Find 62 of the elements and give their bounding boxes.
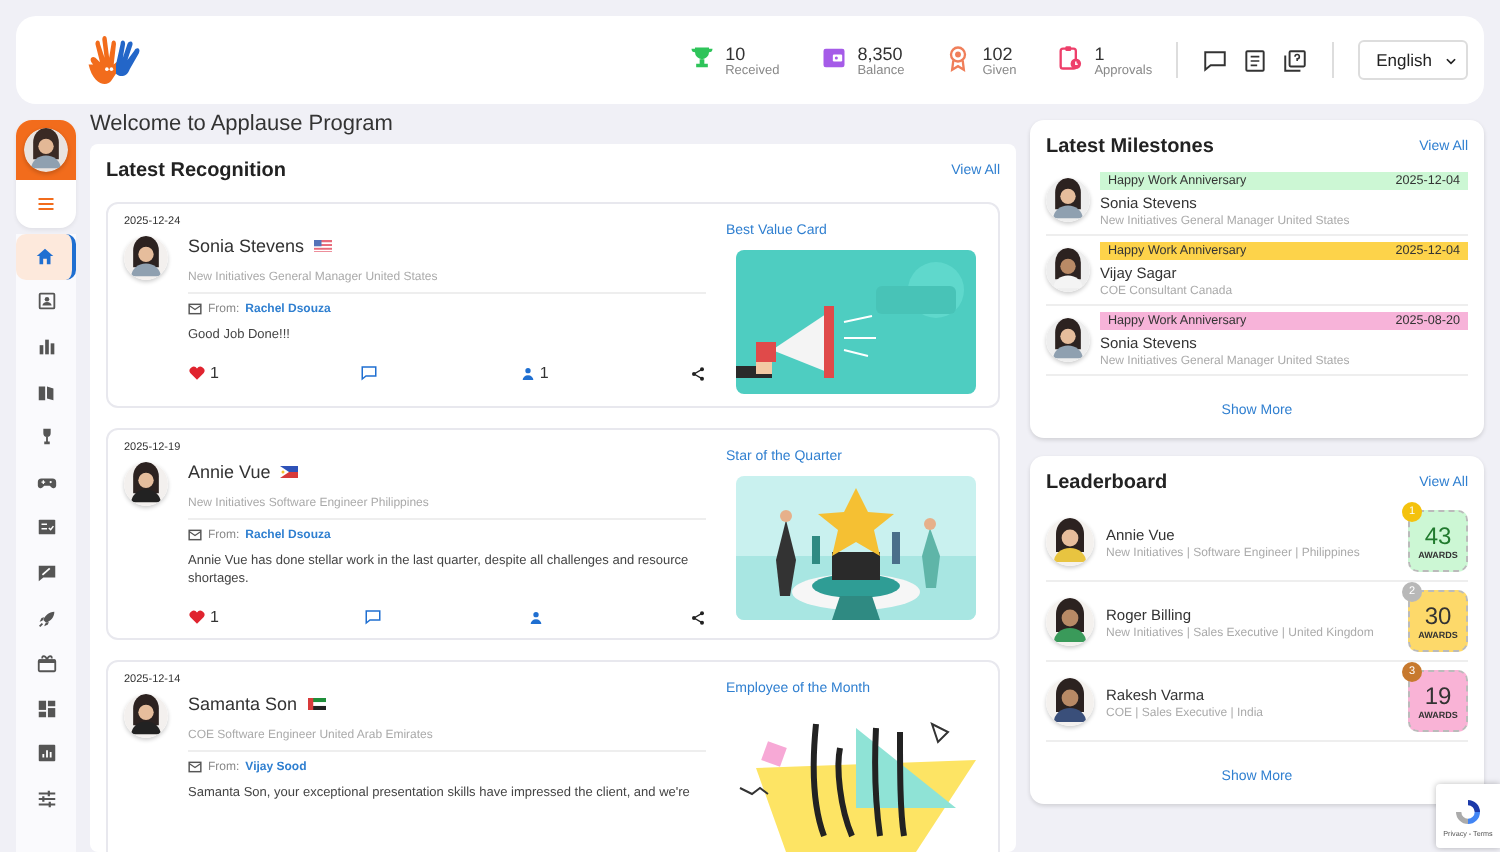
recipients-button[interactable]: 1	[519, 364, 549, 382]
recipients-button[interactable]	[528, 609, 545, 625]
language-select[interactable]: English	[1358, 40, 1468, 80]
avatar	[1046, 248, 1090, 292]
recipient-name: Sonia Stevens	[188, 236, 305, 256]
share-icon	[689, 609, 706, 625]
sliders-icon	[35, 787, 57, 810]
report-chart-icon	[35, 742, 57, 765]
heart-icon	[188, 364, 206, 382]
checklist-icon	[35, 516, 57, 539]
menu-icon	[36, 194, 56, 214]
flag-icon	[314, 240, 333, 252]
comment-icon	[360, 364, 379, 382]
like-button[interactable]: 1	[188, 608, 219, 626]
flag-icon	[307, 698, 326, 710]
mail-icon	[188, 302, 202, 316]
avatar	[124, 462, 168, 506]
share-icon	[689, 365, 706, 381]
recipient-name: Annie Vue	[188, 462, 271, 482]
avatar	[1046, 597, 1094, 645]
avatar	[1046, 517, 1094, 565]
book-icon	[35, 381, 57, 404]
panel-title: Latest Recognition	[106, 160, 287, 182]
dashboard-icon	[35, 697, 57, 720]
page-title: Welcome to Applause Program	[90, 112, 395, 140]
gift-box-icon	[35, 652, 57, 675]
contact-card-icon	[35, 290, 57, 313]
stat-value: 10	[725, 43, 748, 63]
avatar	[1046, 677, 1094, 725]
trophy-icon	[687, 43, 716, 71]
recipient-name: Samanta Son	[188, 694, 298, 714]
caret-icon	[1444, 53, 1458, 67]
rocket-icon	[35, 607, 57, 630]
document-icon	[1242, 47, 1269, 73]
flag-icon	[280, 466, 299, 478]
like-button[interactable]: 1	[188, 364, 219, 382]
chat-icon	[1202, 47, 1229, 73]
avatar	[124, 694, 168, 738]
heart-icon	[188, 608, 206, 626]
panel-title: Leaderboard	[1046, 472, 1168, 494]
sidebar-item[interactable]	[16, 234, 76, 280]
person-icon	[519, 365, 536, 381]
avatar	[1046, 318, 1090, 362]
avatar	[24, 128, 68, 172]
bar-chart-icon	[35, 335, 57, 358]
chart-edit-icon	[35, 561, 57, 584]
profile-card[interactable]	[16, 120, 76, 228]
mail-icon	[188, 760, 202, 774]
stat-value: 102	[982, 43, 1015, 63]
wallet-icon	[819, 43, 848, 71]
panel-title: Latest Milestones	[1046, 136, 1214, 158]
stat-value: 8,350	[857, 43, 905, 63]
stat-value: 1	[1094, 43, 1107, 63]
person-icon	[528, 609, 545, 625]
mail-icon	[188, 528, 202, 542]
avatar	[1046, 178, 1090, 222]
avatar	[124, 236, 168, 280]
clipboard-icon	[1056, 43, 1085, 71]
home-icon	[33, 245, 55, 268]
recaptcha-icon	[1452, 795, 1484, 827]
comment-icon	[364, 608, 383, 626]
help-icon	[1282, 47, 1309, 73]
